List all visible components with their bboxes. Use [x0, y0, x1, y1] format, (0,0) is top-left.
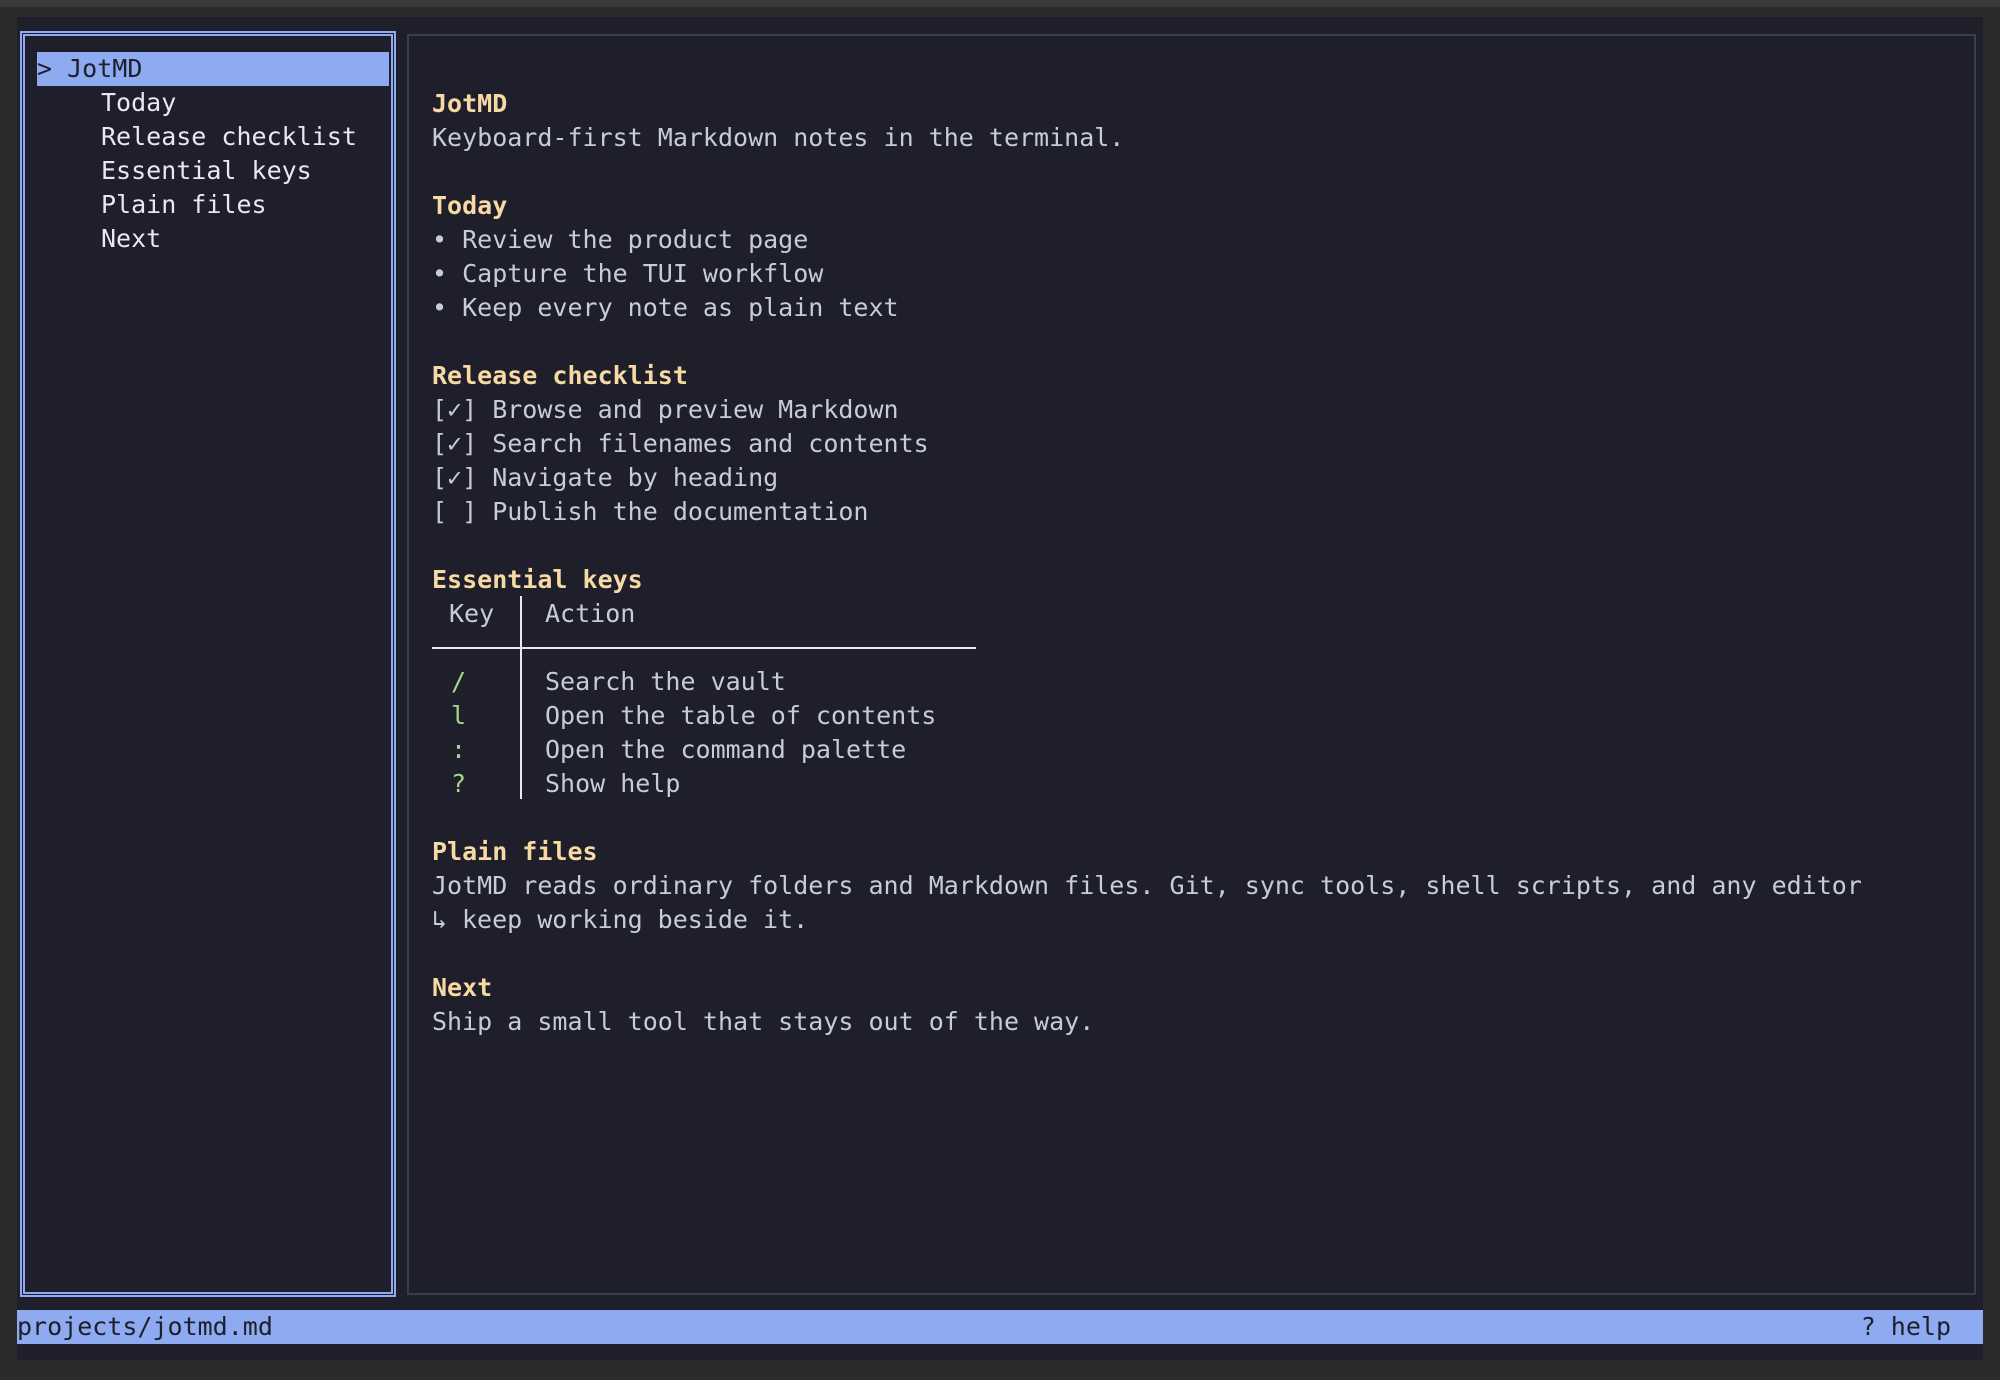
paragraph-line-wrapped: ↳ keep working beside it. — [432, 903, 808, 937]
wrap-arrow-icon: ↳ — [432, 905, 448, 934]
checklist-item: [✓] Browse and preview Markdown — [432, 395, 899, 424]
checklist-item: [✓] Navigate by heading — [432, 463, 779, 492]
table-cell-key: : — [451, 735, 467, 764]
selection-marker: > — [37, 54, 68, 83]
paragraph-line: Ship a small tool that stays out of the … — [432, 1007, 1095, 1036]
doc-title: JotMD — [432, 89, 508, 118]
table-cell-action: Open the table of contents — [545, 701, 937, 730]
toc-item-release-checklist[interactable]: Release checklist — [101, 120, 357, 154]
checklist-item: [✓] Search filenames and contents — [432, 429, 929, 458]
markdown-preview[interactable]: JotMD Keyboard-first Markdown notes in t… — [407, 34, 1976, 1295]
help-hint[interactable]: ? help — [1861, 1310, 1951, 1344]
toc-item-today[interactable]: Today — [101, 86, 176, 120]
heading-release-checklist: Release checklist — [432, 361, 688, 390]
doc-subtitle: Keyboard-first Markdown notes in the ter… — [432, 123, 1125, 152]
table-column-divider — [520, 596, 522, 799]
table-header-action: Action — [545, 599, 636, 628]
terminal-window: > JotMD Today Release checklist Essentia… — [0, 0, 2000, 1380]
toc-item-essential-keys[interactable]: Essential keys — [101, 154, 312, 188]
table-cell-action: Open the command palette — [545, 735, 907, 764]
table-header-key: Key — [449, 599, 495, 628]
toc-item-next[interactable]: Next — [101, 222, 161, 256]
heading-next: Next — [432, 973, 493, 1002]
paragraph-line: JotMD reads ordinary folders and Markdow… — [432, 871, 1862, 900]
status-bar: projects/jotmd.md ? help — [17, 1310, 1983, 1344]
heading-today: Today — [432, 191, 508, 220]
table-cell-key: l — [451, 701, 467, 730]
toc-item-plain-files[interactable]: Plain files — [101, 188, 267, 222]
paragraph-continuation: keep working beside it. — [462, 905, 809, 934]
window-top-edge — [0, 0, 2000, 7]
checklist-item: [ ] Publish the documentation — [432, 497, 869, 526]
heading-essential-keys: Essential keys — [432, 565, 643, 594]
table-cell-action: Search the vault — [545, 667, 786, 696]
list-item: • Capture the TUI workflow — [432, 259, 824, 288]
toc-item-jotmd[interactable]: > JotMD — [37, 52, 389, 86]
toc-sidebar[interactable]: > JotMD Today Release checklist Essentia… — [20, 31, 396, 1297]
list-item: • Review the product page — [432, 225, 809, 254]
toc-item-label: JotMD — [67, 54, 143, 83]
file-path: projects/jotmd.md — [17, 1312, 273, 1341]
table-cell-key: ? — [451, 769, 467, 798]
heading-plain-files: Plain files — [432, 837, 598, 866]
table-header-rule — [432, 647, 976, 649]
table-cell-action: Show help — [545, 769, 681, 798]
list-item: • Keep every note as plain text — [432, 293, 899, 322]
table-cell-key: / — [451, 667, 467, 696]
